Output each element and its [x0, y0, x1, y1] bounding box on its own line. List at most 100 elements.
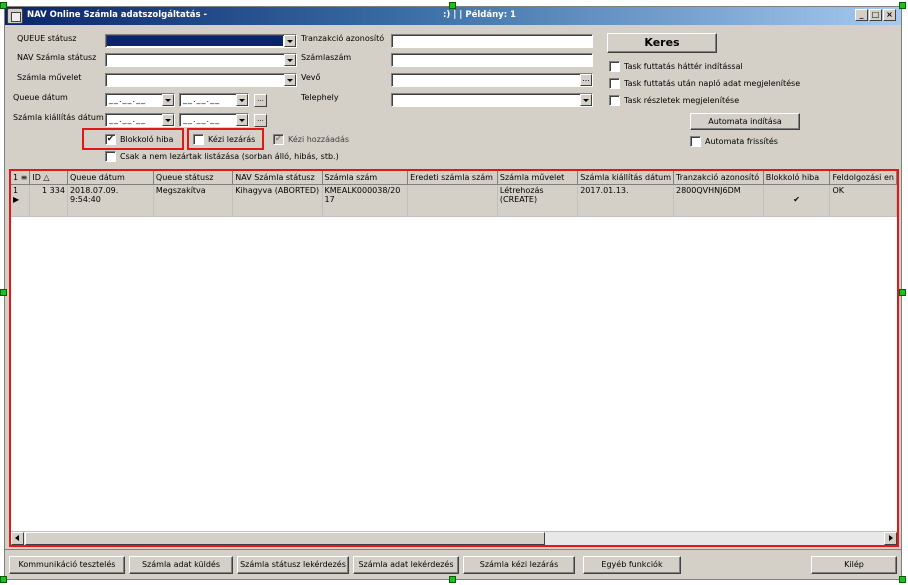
horizontal-scrollbar[interactable] — [11, 531, 897, 545]
auto-refresh-text: Automata frissítés — [705, 137, 778, 146]
issue-date-clear-button[interactable]: ... — [254, 114, 267, 127]
task-bg-checkbox[interactable]: Task futtatás háttér indítással — [609, 61, 743, 72]
scroll-left-icon[interactable] — [11, 532, 24, 545]
status-query-button[interactable]: Számla státusz lekérdezés — [237, 556, 349, 574]
column-header-invoice-no[interactable]: Számla szám — [322, 171, 409, 185]
site-label: Telephely — [301, 93, 339, 102]
invoice-op-combo[interactable] — [105, 73, 297, 87]
chevron-down-icon[interactable] — [162, 94, 174, 106]
column-header-issue-date[interactable]: Számla kiállítás dátum — [577, 171, 674, 185]
queue-status-combo[interactable] — [105, 34, 297, 48]
maximize-button[interactable]: □ — [869, 9, 882, 21]
manual-add-text: Kézi hozzáadás — [288, 135, 350, 144]
ellipsis-icon[interactable]: ... — [580, 74, 592, 86]
resize-handle[interactable] — [899, 289, 906, 296]
other-functions-button[interactable]: Egyéb funkciók — [583, 556, 681, 574]
site-combo[interactable] — [391, 93, 593, 107]
invoice-no-cell[interactable]: KMEALK000038/2017 — [322, 184, 409, 217]
column-header-nav-status[interactable]: NAV Számla státusz — [232, 171, 323, 185]
resize-handle[interactable] — [0, 2, 7, 9]
chevron-down-icon[interactable] — [284, 74, 296, 86]
checkbox-checked[interactable] — [105, 134, 116, 145]
column-header-blocking[interactable]: Blokkoló hiba — [763, 171, 831, 185]
invoice-no-input[interactable] — [391, 53, 593, 67]
exit-button[interactable]: Kilép — [811, 556, 897, 574]
operation-cell[interactable]: Létrehozás (CREATE) — [497, 184, 579, 217]
column-header-transaction-id[interactable]: Tranzakció azonosító — [673, 171, 764, 185]
transaction-id-cell[interactable]: 2800QVHNJ6DM — [673, 184, 764, 217]
checkbox-unchecked[interactable] — [690, 136, 701, 147]
original-no-cell[interactable] — [407, 184, 498, 217]
transaction-id-input[interactable] — [391, 34, 593, 48]
close-button[interactable]: × — [883, 9, 896, 21]
column-header-processing[interactable]: Feldolgozási en — [829, 171, 897, 185]
id-cell[interactable]: 1 334 — [29, 184, 68, 217]
send-data-button[interactable]: Számla adat küldés — [129, 556, 233, 574]
chevron-down-icon[interactable] — [580, 94, 592, 106]
manual-close-button[interactable]: Számla kézi lezárás — [463, 556, 575, 574]
queue-date-cell[interactable]: 2018.07.09. 9:54:40 — [67, 184, 154, 217]
blocking-error-checkbox[interactable]: Blokkoló hiba — [105, 134, 173, 145]
column-header-original-no[interactable]: Eredeti számla szám — [407, 171, 498, 185]
resize-handle[interactable] — [449, 2, 456, 9]
nav-status-cell[interactable]: Kihagyva (ABORTED) — [232, 184, 323, 217]
only-unclosed-checkbox[interactable]: Csak a nem lezártak listázása (sorban ál… — [105, 151, 339, 162]
manual-close-checkbox[interactable]: Kézi lezárás — [193, 134, 255, 145]
table-row[interactable]: 1 ▶ 1 334 2018.07.09. 9:54:40 Megszakítva… — [11, 184, 897, 217]
queue-date-from[interactable]: __.__.__ — [105, 93, 175, 107]
comm-test-button[interactable]: Kommunikáció tesztelés — [9, 556, 125, 574]
task-log-checkbox[interactable]: Task futtatás után napló adat megjelenít… — [609, 78, 800, 89]
data-query-button[interactable]: Számla adat lekérdezés — [353, 556, 459, 574]
auto-refresh-checkbox[interactable]: Automata frissítés — [690, 136, 778, 147]
resize-handle[interactable] — [0, 289, 7, 296]
processing-cell[interactable]: OK — [829, 184, 897, 217]
buyer-lookup[interactable]: ... — [391, 73, 593, 87]
queue-date-to[interactable]: __.__.__ — [179, 93, 249, 107]
row-number: 1 — [13, 185, 19, 195]
chevron-down-icon[interactable] — [284, 35, 296, 47]
search-button[interactable]: Keres — [607, 33, 717, 53]
checkbox-unchecked[interactable] — [105, 151, 116, 162]
queue-date-clear-button[interactable]: ... — [254, 94, 267, 107]
instance-info: :) | | Példány: 1 — [443, 10, 516, 20]
blocking-cell[interactable]: ✔ — [763, 184, 831, 217]
auto-start-button[interactable]: Automata indítása — [690, 113, 800, 130]
date-mask: __.__.__ — [109, 95, 147, 104]
date-mask: __.__.__ — [109, 115, 147, 124]
column-header-rownum[interactable]: 1 ≡ — [11, 171, 31, 185]
column-header-id[interactable]: ID △ — [29, 171, 68, 185]
issue-date-from[interactable]: __.__.__ — [105, 113, 175, 127]
issue-date-label: Számla kiállítás dátum — [13, 113, 104, 122]
task-details-checkbox[interactable]: Task részletek megjelenítése — [609, 95, 739, 106]
resize-handle[interactable] — [899, 576, 906, 583]
checkbox-unchecked[interactable] — [193, 134, 204, 145]
scroll-thumb[interactable] — [25, 532, 545, 545]
chevron-down-icon[interactable] — [236, 114, 248, 126]
issue-date-to[interactable]: __.__.__ — [179, 113, 249, 127]
checkbox-unchecked[interactable] — [609, 61, 620, 72]
column-header-operation[interactable]: Számla művelet — [497, 171, 579, 185]
bottom-toolbar: Kommunikáció tesztelés Számla adat küldé… — [5, 549, 901, 579]
chevron-down-icon[interactable] — [162, 114, 174, 126]
app-icon[interactable] — [7, 8, 23, 24]
column-header-queue-date[interactable]: Queue dátum — [67, 171, 154, 185]
row-number-cell[interactable]: 1 ▶ — [11, 184, 31, 217]
issue-date-cell[interactable]: 2017.01.13. — [577, 184, 674, 217]
chevron-down-icon[interactable] — [236, 94, 248, 106]
task-details-text: Task részletek megjelenítése — [624, 96, 740, 105]
column-header-queue-status[interactable]: Queue státusz — [153, 171, 234, 185]
task-bg-text: Task futtatás háttér indítással — [624, 62, 743, 71]
resize-handle[interactable] — [899, 2, 906, 9]
resize-handle[interactable] — [449, 576, 456, 583]
queue-grid[interactable]: 1 ≡ ID △ Queue dátum Queue státusz NAV S… — [9, 169, 899, 547]
nav-status-combo[interactable] — [105, 53, 297, 67]
chevron-down-icon[interactable] — [284, 54, 296, 66]
minimize-button[interactable]: _ — [855, 9, 868, 21]
resize-handle[interactable] — [0, 576, 7, 583]
title-bar[interactable]: NAV Online Számla adatszolgáltatás - :) … — [5, 7, 901, 25]
manual-add-checkbox: Kézi hozzáadás — [273, 134, 349, 145]
scroll-right-icon[interactable] — [884, 532, 897, 545]
checkbox-unchecked[interactable] — [609, 95, 620, 106]
checkbox-unchecked[interactable] — [609, 78, 620, 89]
queue-status-cell[interactable]: Megszakítva — [153, 184, 234, 217]
